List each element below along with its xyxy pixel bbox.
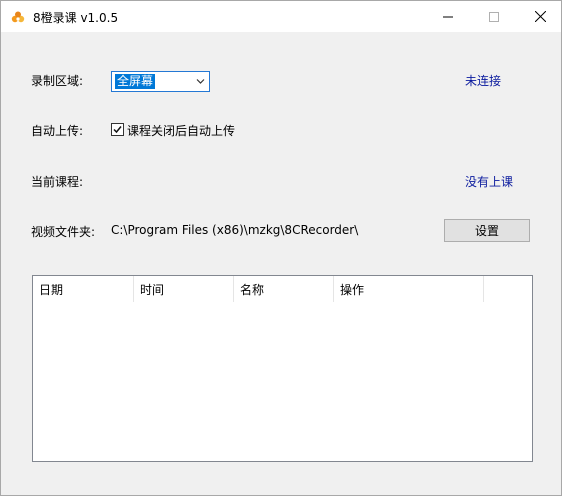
auto-upload-label: 自动上传:: [31, 124, 84, 138]
column-header-date[interactable]: 日期: [33, 276, 134, 302]
minimize-button[interactable]: [425, 1, 471, 32]
minimize-icon: [443, 16, 453, 17]
column-header-actions[interactable]: 操作: [334, 276, 484, 302]
video-folder-path: C:\Program Files (x86)\mzkg\8CRecorder\: [111, 223, 359, 237]
table-header: 日期 时间 名称 操作: [33, 276, 532, 302]
chevron-down-icon: [196, 79, 205, 84]
close-icon: [534, 11, 546, 22]
current-course-status-link[interactable]: 没有上课: [465, 173, 513, 190]
auto-upload-checkbox-label[interactable]: 课程关闭后自动上传: [127, 122, 235, 139]
record-area-value: 全屏幕: [115, 74, 156, 89]
recordings-table[interactable]: 日期 时间 名称 操作: [32, 275, 533, 462]
connection-status-link[interactable]: 未连接: [465, 72, 501, 89]
column-header-time[interactable]: 时间: [134, 276, 234, 302]
video-folder-label: 视频文件夹:: [31, 225, 96, 239]
title-bar[interactable]: 8橙录课 v1.0.5: [1, 1, 561, 32]
maximize-button[interactable]: [471, 1, 517, 32]
record-area-select[interactable]: 全屏幕: [111, 71, 210, 92]
auto-upload-checkbox[interactable]: [111, 123, 124, 136]
window-title: 8橙录课 v1.0.5: [33, 11, 119, 25]
maximize-icon: [489, 11, 499, 22]
app-window: 8橙录课 v1.0.5 录制区域: 全屏幕 未连接 自动上传: 课程关闭后自动上…: [0, 0, 562, 496]
checkmark-icon: [113, 126, 122, 134]
close-button[interactable]: [517, 1, 562, 32]
record-area-label: 录制区域:: [31, 74, 84, 88]
app-logo-icon: [11, 11, 25, 23]
current-course-label: 当前课程:: [31, 175, 84, 189]
column-header-name[interactable]: 名称: [234, 276, 334, 302]
settings-button[interactable]: 设置: [444, 219, 530, 242]
